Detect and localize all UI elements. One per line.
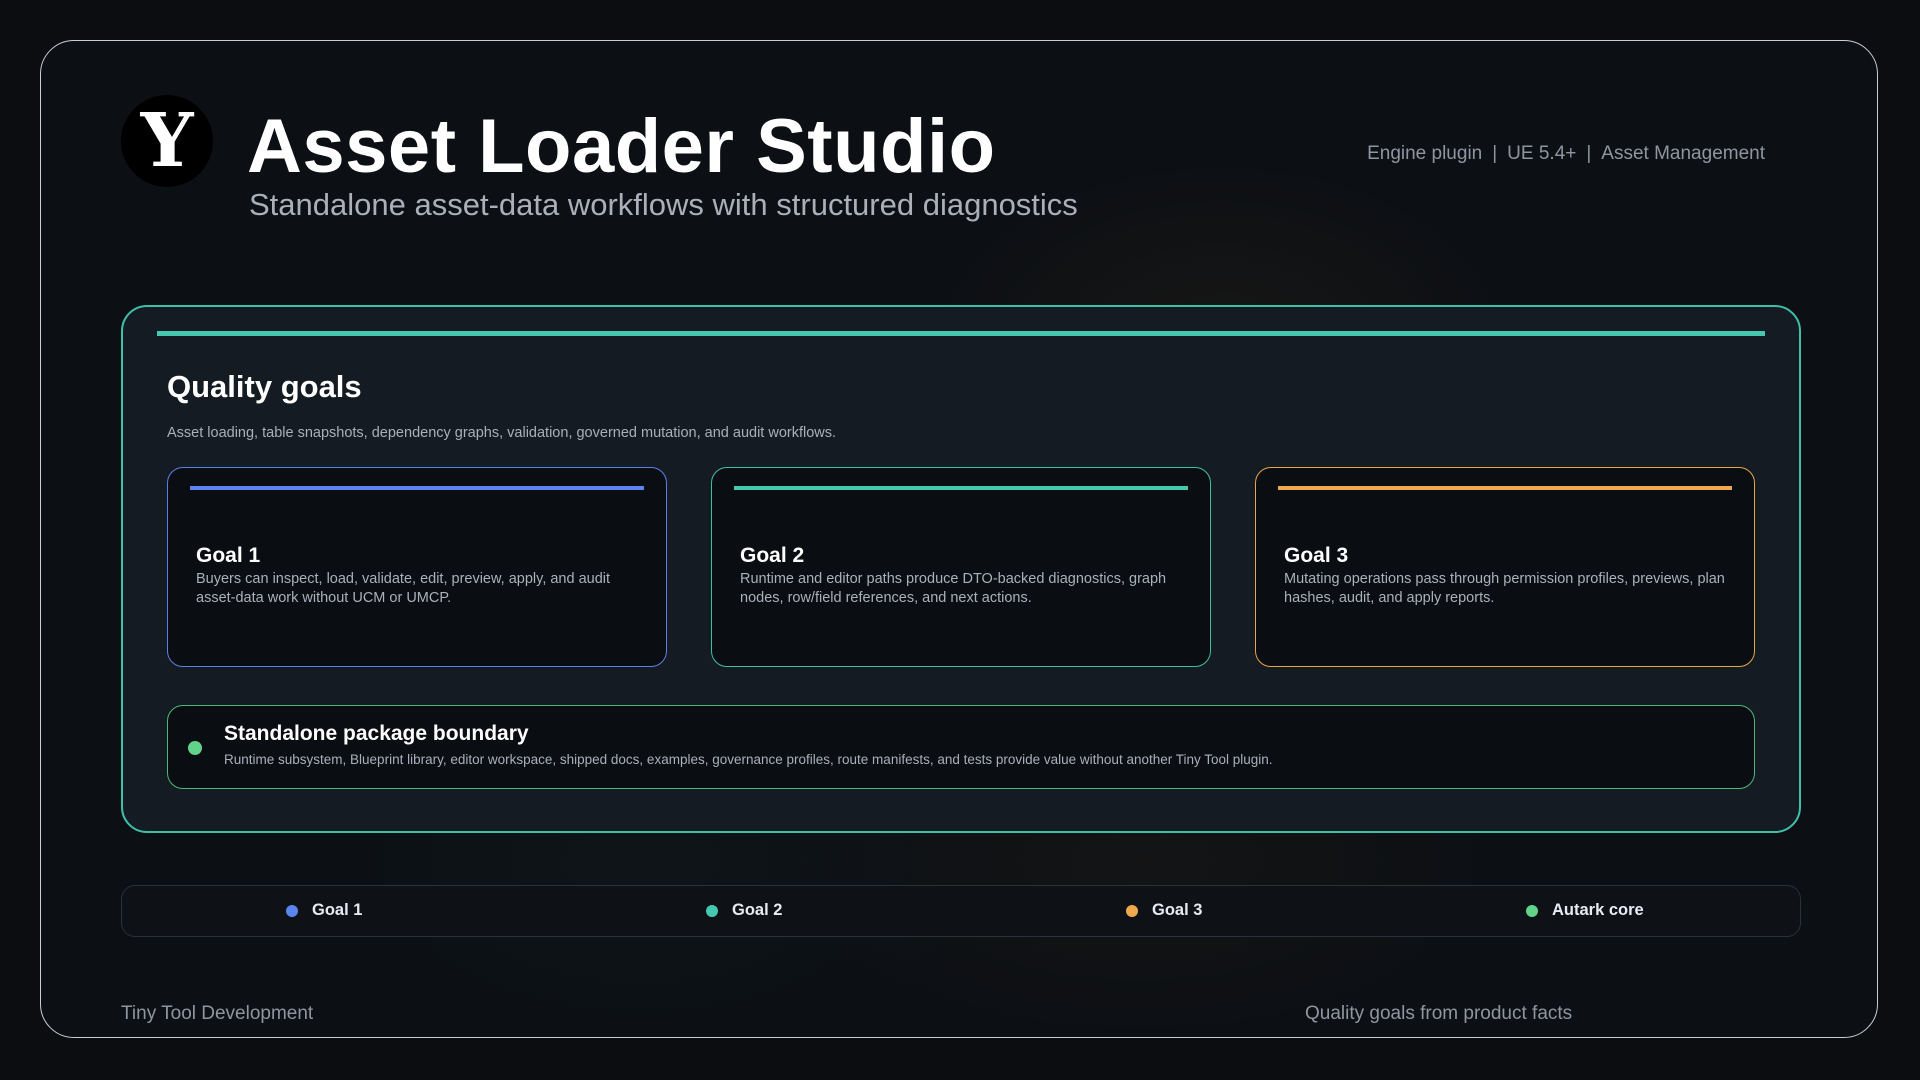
goal-card-2: Goal 2 Runtime and editor paths produce … bbox=[711, 467, 1211, 667]
slide-frame: Y Asset Loader Studio Standalone asset-d… bbox=[40, 40, 1878, 1038]
legend-label: Goal 1 bbox=[312, 901, 363, 919]
goal-card-1: Goal 1 Buyers can inspect, load, validat… bbox=[167, 467, 667, 667]
goal-card-text: Buyers can inspect, load, validate, edit… bbox=[196, 571, 611, 606]
meta-tags: Engine plugin | UE 5.4+ | Asset Management bbox=[1367, 143, 1765, 165]
legend-item-autark-core: Autark core bbox=[1526, 901, 1644, 920]
package-boundary-card: Standalone package boundary Runtime subs… bbox=[167, 705, 1755, 789]
boundary-text: Runtime subsystem, Blueprint library, ed… bbox=[224, 752, 1273, 767]
goal-card-accent-bar bbox=[1278, 486, 1732, 490]
panel-description: Asset loading, table snapshots, dependen… bbox=[167, 425, 837, 441]
page-subtitle: Standalone asset-data workflows with str… bbox=[249, 187, 1078, 222]
panel-accent-bar bbox=[157, 331, 1765, 336]
quality-goals-panel: Quality goals Asset loading, table snaps… bbox=[121, 305, 1801, 833]
footer-caption: Quality goals from product facts bbox=[1305, 1003, 1573, 1024]
goal-card-text: Mutating operations pass through permiss… bbox=[1284, 571, 1725, 606]
logo-letter: Y bbox=[140, 98, 194, 184]
meta-domain: Asset Management bbox=[1601, 143, 1765, 164]
legend-item-goal-2: Goal 2 bbox=[706, 901, 782, 920]
meta-engine-version: UE 5.4+ bbox=[1507, 143, 1577, 164]
legend-dot-icon bbox=[706, 904, 718, 917]
footer-company: Tiny Tool Development bbox=[121, 1003, 314, 1024]
legend-dot-icon bbox=[286, 904, 298, 917]
boundary-title: Standalone package boundary bbox=[224, 722, 529, 745]
legend-dot-icon bbox=[1126, 904, 1138, 917]
meta-separator: | bbox=[1586, 143, 1592, 164]
goal-card-text: Runtime and editor paths produce DTO-bac… bbox=[740, 571, 1167, 606]
page-title: Asset Loader Studio bbox=[247, 104, 996, 189]
goal-card-title: Goal 2 bbox=[740, 544, 805, 567]
legend-label: Goal 3 bbox=[1152, 901, 1203, 919]
legend-dot-icon bbox=[1526, 904, 1538, 917]
legend-item-goal-3: Goal 3 bbox=[1126, 901, 1202, 920]
legend-bar: Goal 1 Goal 2 Goal 3 Autark core bbox=[121, 885, 1801, 937]
legend-item-goal-1: Goal 1 bbox=[286, 901, 362, 920]
goal-card-3: Goal 3 Mutating operations pass through … bbox=[1255, 467, 1755, 667]
legend-label: Goal 2 bbox=[732, 901, 783, 919]
meta-separator: | bbox=[1492, 143, 1498, 164]
brand-logo: Y bbox=[121, 95, 213, 187]
status-dot-icon bbox=[188, 741, 202, 755]
goal-card-accent-bar bbox=[734, 486, 1188, 490]
legend-label: Autark core bbox=[1552, 901, 1644, 919]
meta-category: Engine plugin bbox=[1367, 143, 1483, 164]
goal-card-accent-bar bbox=[190, 486, 644, 490]
goal-card-title: Goal 1 bbox=[196, 544, 261, 567]
goal-card-title: Goal 3 bbox=[1284, 544, 1349, 567]
panel-title: Quality goals bbox=[167, 369, 362, 404]
